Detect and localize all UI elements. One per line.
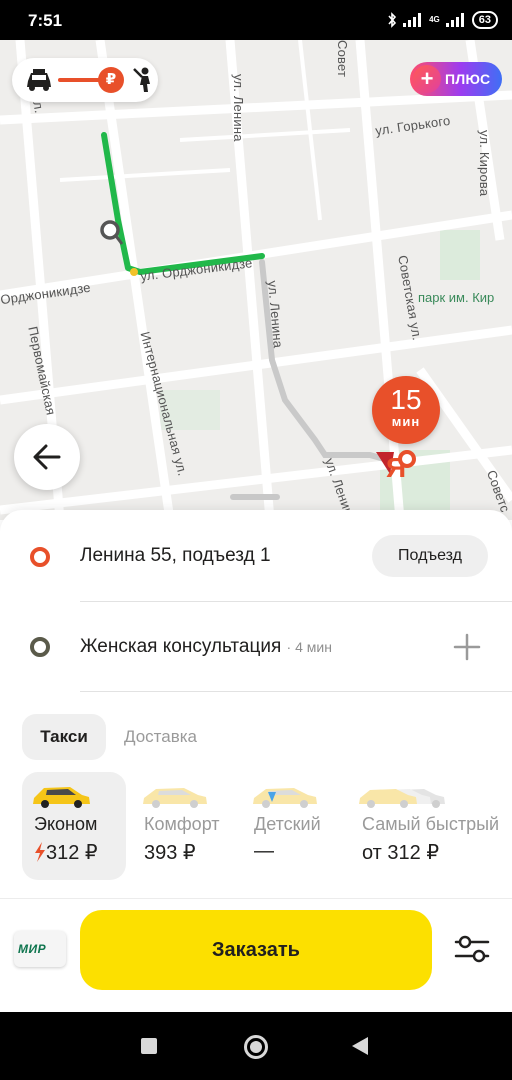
- pickup-address: Ленина 55, подъезд 1: [80, 545, 271, 566]
- tariff-name: Комфорт: [144, 814, 220, 834]
- destination-ring: [398, 450, 416, 468]
- battery-indicator: 63: [471, 11, 498, 29]
- tariff-kids[interactable]: Детский —: [242, 772, 346, 880]
- kids-car-icon: [253, 788, 317, 808]
- status-icons: 4G 63: [387, 11, 498, 29]
- tariff-name: Эконом: [34, 814, 98, 834]
- arrow-left-icon: [33, 444, 61, 470]
- tariff-price: от 312 ₽: [362, 842, 440, 864]
- tariff-price: —: [254, 840, 274, 862]
- tariff-name: Самый быстрый: [362, 814, 500, 834]
- eta-badge: 15 мин: [372, 376, 440, 444]
- route-from-row[interactable]: Ленина 55, подъезд 1 Подъезд: [0, 514, 512, 600]
- home-icon[interactable]: [244, 1035, 268, 1059]
- passenger-icon: [133, 67, 150, 92]
- nav-back-icon[interactable]: [352, 1037, 368, 1055]
- destination-marker[interactable]: Я: [386, 450, 420, 484]
- pickup-dot-icon: [30, 547, 50, 567]
- recents-icon[interactable]: [141, 1038, 157, 1054]
- map-view[interactable]: ул. ул. Ленина Совет ул. Горького ул. Ки…: [0, 40, 512, 520]
- comfort-car-icon: [143, 788, 207, 808]
- route-to-row[interactable]: Женская консультация · 4 мин: [0, 604, 512, 690]
- street-label-lenina: ул. Ленина: [231, 74, 246, 142]
- network-type-label: 4G: [429, 15, 440, 24]
- surge-bolt-icon: [35, 842, 45, 862]
- back-button[interactable]: [14, 424, 80, 490]
- payment-method-button[interactable]: МИР: [14, 931, 66, 967]
- destination-dot-icon: [30, 637, 50, 657]
- tariff-price: 393 ₽: [144, 842, 196, 864]
- bluetooth-icon: [388, 12, 397, 28]
- order-bar: МИР Заказать: [0, 898, 512, 1012]
- eta-value: 15: [390, 384, 422, 415]
- plus-label: ПЛЮС: [445, 71, 491, 87]
- tariff-list: Эконом 312 ₽ Комфорт 393 ₽ Детский — Сам…: [0, 772, 512, 880]
- order-settings-icon[interactable]: [452, 933, 492, 965]
- signal-icon-2: [445, 13, 464, 27]
- destination-duration: · 4 мин: [286, 639, 332, 655]
- payment-card-label: МИР: [18, 942, 47, 956]
- park-area: [440, 230, 480, 280]
- destination-address: Женская консультация: [80, 636, 282, 657]
- plus-subscription-badge[interactable]: + ПЛЮС: [410, 62, 502, 96]
- tariff-fastest[interactable]: Самый быстрый от 312 ₽: [350, 772, 512, 880]
- eta-unit: мин: [391, 414, 421, 429]
- route-divider: [80, 691, 512, 692]
- tariff-comfort[interactable]: Комфорт 393 ₽: [132, 772, 236, 880]
- tariff-price-value: 312 ₽: [46, 842, 98, 864]
- surge-icon: ₽: [98, 67, 124, 93]
- street-label-sovetskaya-top: Совет: [335, 40, 350, 78]
- park-label: парк им. Кир: [418, 290, 495, 305]
- tab-taxi[interactable]: Такси: [22, 714, 106, 760]
- tariff-econom[interactable]: Эконом 312 ₽: [22, 772, 126, 880]
- sheet-grabber[interactable]: [230, 494, 280, 500]
- plus-icon: +: [413, 65, 441, 93]
- entrance-button[interactable]: Подъезд: [372, 535, 488, 577]
- pickup-marker[interactable]: [100, 220, 120, 240]
- system-nav-bar: [0, 1012, 512, 1080]
- fastest-car-icon: [359, 789, 445, 808]
- tab-delivery[interactable]: Доставка: [124, 714, 197, 760]
- econom-car-icon: [33, 787, 90, 808]
- street-label-kirova: ул. Кирова: [477, 130, 492, 197]
- order-button[interactable]: Заказать: [80, 910, 432, 990]
- status-bar: 7:51 4G 63: [0, 0, 512, 40]
- transport-mode-pill[interactable]: ₽: [12, 58, 158, 102]
- mode-connector: [58, 78, 100, 82]
- signal-icon: [403, 13, 422, 27]
- tariff-price: 312 ₽: [34, 840, 98, 865]
- tariff-name: Детский: [254, 814, 321, 834]
- destination-text: Женская консультация · 4 мин: [80, 636, 332, 658]
- add-stop-icon[interactable]: [452, 632, 482, 662]
- traffic-dot: [130, 268, 138, 276]
- route-divider: [80, 601, 512, 602]
- car-icon: [27, 69, 51, 91]
- status-time: 7:51: [28, 11, 63, 30]
